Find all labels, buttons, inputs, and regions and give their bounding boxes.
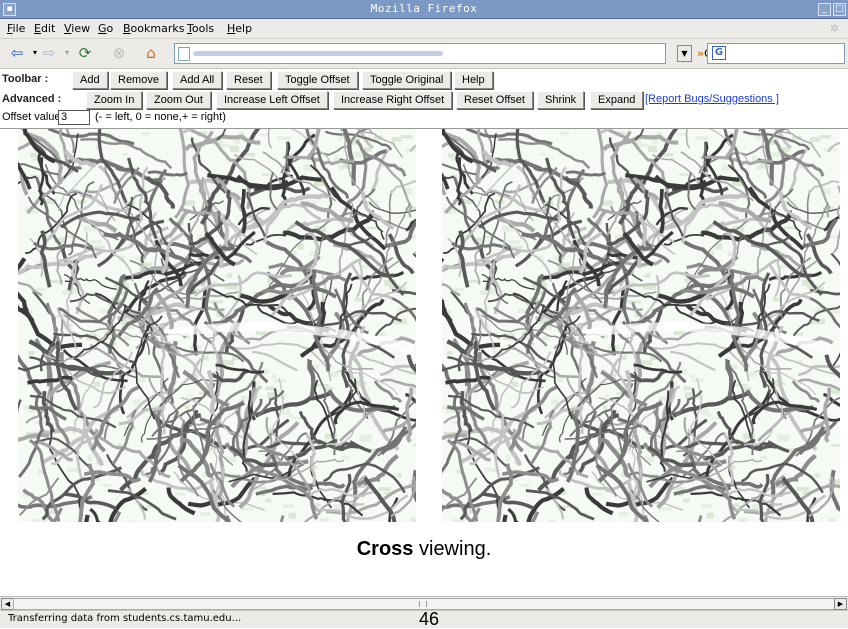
expand-button[interactable]: Expand xyxy=(590,91,643,109)
url-text-blurred xyxy=(193,51,443,56)
dropdown-icon[interactable]: ▼ xyxy=(677,45,692,62)
offset-value-label: Offset value: xyxy=(2,111,64,123)
status-text: Transferring data from students.cs.tamu.… xyxy=(8,613,241,624)
menu-go[interactable]: Go xyxy=(98,22,113,35)
minimize-icon[interactable]: _ xyxy=(818,3,831,16)
advanced-label: Advanced : xyxy=(2,93,61,105)
increase-left-offset-button[interactable]: Increase Left Offset xyxy=(216,91,328,109)
add-all-button[interactable]: Add All xyxy=(172,71,222,89)
offset-hint: (- = left, 0 = none,+ = right) xyxy=(95,111,226,123)
reset-button[interactable]: Reset xyxy=(226,71,271,89)
menu-help[interactable]: Help xyxy=(227,22,252,35)
title-bar: ▪ Mozilla Firefox _ □ xyxy=(0,0,848,19)
shrink-button[interactable]: Shrink xyxy=(537,91,584,109)
reset-offset-button[interactable]: Reset Offset xyxy=(456,91,533,109)
zoom-out-button[interactable]: Zoom Out xyxy=(146,91,211,109)
page-number: 46 xyxy=(419,611,439,627)
add-button[interactable]: Add xyxy=(72,71,108,89)
caption: Cross viewing. xyxy=(0,538,848,561)
zoom-in-button[interactable]: Zoom In xyxy=(86,91,142,109)
google-icon: G xyxy=(712,46,726,60)
help-button[interactable]: Help xyxy=(454,71,493,89)
forward-icon[interactable]: ⇨ xyxy=(40,44,58,62)
stereo-image-right xyxy=(442,129,840,522)
reload-icon[interactable]: ⟳ xyxy=(76,44,94,62)
menu-view[interactable]: View xyxy=(64,22,90,35)
maximize-icon[interactable]: □ xyxy=(833,3,846,16)
home-icon[interactable]: ⌂ xyxy=(142,44,160,62)
menu-edit[interactable]: Edit xyxy=(34,22,55,35)
window-title: Mozilla Firefox xyxy=(0,2,848,15)
offset-value-input[interactable]: 3 xyxy=(58,110,90,125)
horizontal-scrollbar[interactable]: ◀ ▶ xyxy=(0,596,848,610)
stop-icon[interactable]: ⊗ xyxy=(110,44,128,62)
menu-bar: File Edit View Go Bookmarks Tools Help ✲ xyxy=(0,19,848,39)
stereo-image-left xyxy=(18,129,416,522)
search-input[interactable]: G xyxy=(707,43,845,64)
menu-tools[interactable]: Tools xyxy=(187,22,214,35)
forward-dropdown-icon[interactable]: ▾ xyxy=(58,44,76,62)
menu-file[interactable]: File xyxy=(7,22,25,35)
scroll-right-icon[interactable]: ▶ xyxy=(834,598,847,610)
throbber-icon: ✲ xyxy=(830,22,839,35)
toggle-offset-button[interactable]: Toggle Offset xyxy=(277,71,358,89)
remove-button[interactable]: Remove xyxy=(110,71,167,89)
increase-right-offset-button[interactable]: Increase Right Offset xyxy=(333,91,452,109)
page-icon xyxy=(178,47,190,61)
toggle-original-button[interactable]: Toggle Original xyxy=(362,71,451,89)
toolbar-label: Toolbar : xyxy=(2,73,48,85)
navigation-bar: ⇦ ▾ ⇨ ▾ ⟳ ⊗ ⌂ ▼ »Go G xyxy=(0,39,848,69)
back-icon[interactable]: ⇦ xyxy=(8,44,26,62)
report-bugs-link[interactable]: [Report Bugs/Suggestions ] xyxy=(645,93,779,105)
menu-bookmarks[interactable]: Bookmarks xyxy=(123,22,184,35)
scrollbar-grip-icon xyxy=(419,601,427,607)
url-bar[interactable] xyxy=(174,43,666,64)
caption-rest: viewing. xyxy=(413,538,491,560)
caption-bold: Cross xyxy=(357,538,414,560)
